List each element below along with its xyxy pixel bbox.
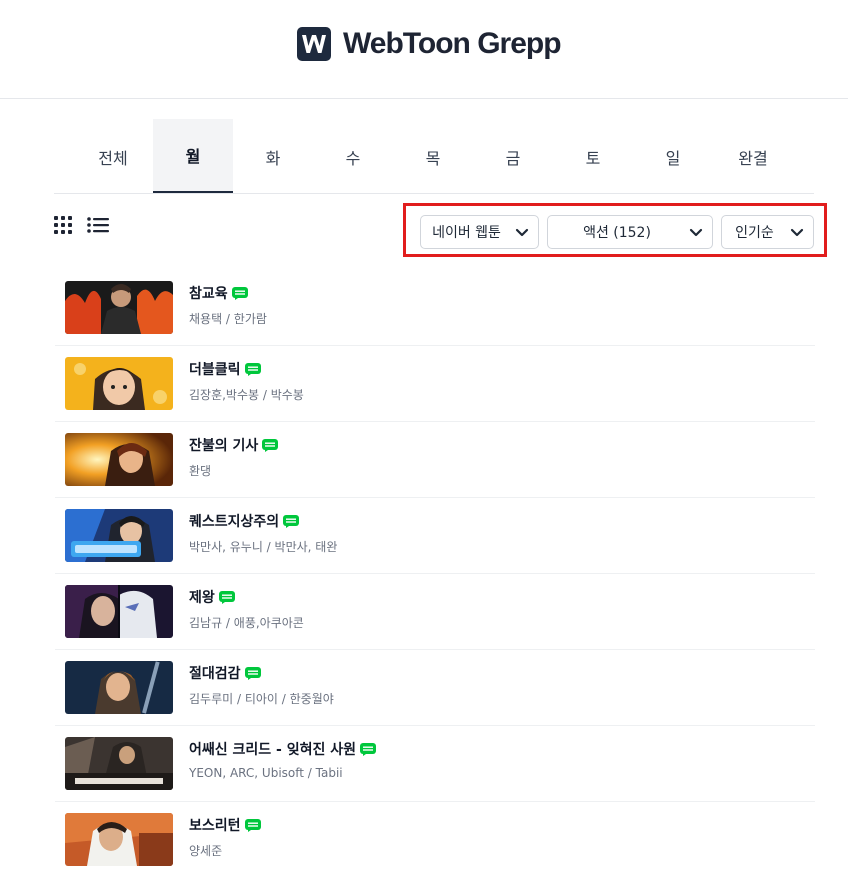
tab-completed[interactable]: 완결 xyxy=(713,119,793,194)
list-item[interactable]: 보스리턴 양세준 xyxy=(55,802,815,877)
sort-select[interactable]: 인기순 xyxy=(721,215,814,249)
tab-saturday[interactable]: 토 xyxy=(553,119,633,194)
webtoon-authors: 박만사, 유누니 / 박만사, 태완 xyxy=(189,540,338,554)
tab-monday[interactable]: 월 xyxy=(153,119,233,194)
webtoon-authors: 김두루미 / 티아이 / 한중월야 xyxy=(189,692,334,706)
thumbnail-image xyxy=(65,433,173,486)
webtoon-authors: 김장훈,박수봉 / 박수봉 xyxy=(189,388,304,402)
platform-select-value: 네이버 웹툰 xyxy=(432,225,501,241)
list-item[interactable]: 제왕 김남규 / 애풍,아쿠아콘 xyxy=(55,574,815,650)
webtoon-title: 잔불의 기사 xyxy=(189,438,259,454)
webtoon-title: 제왕 xyxy=(189,590,215,606)
list-item[interactable]: 절대검감 김두루미 / 티아이 / 한중월야 xyxy=(55,650,815,726)
tabs-divider xyxy=(54,193,814,194)
tab-all[interactable]: 전체 xyxy=(73,119,153,194)
webtoon-title: 어쌔신 크리드 - 잊혀진 사원 xyxy=(189,742,356,758)
webtoon-list: 참교육 채용택 / 한가람 더블클릭 김장훈,박수봉 / 박수봉 잔불의 기사 … xyxy=(55,270,815,877)
webtoon-badge-icon xyxy=(244,666,261,680)
site-title: WebToon Grepp xyxy=(343,27,562,60)
webtoon-authors: 양세준 xyxy=(189,844,223,858)
thumbnail-image xyxy=(65,661,173,714)
thumbnail-image xyxy=(65,357,173,410)
thumbnail-image xyxy=(65,813,173,866)
webtoon-badge-icon xyxy=(244,818,261,832)
webtoon-badge-icon xyxy=(262,438,279,452)
tab-friday[interactable]: 금 xyxy=(473,119,553,194)
thumbnail-image xyxy=(65,585,173,638)
webtoon-authors: 채용택 / 한가람 xyxy=(189,312,267,326)
list-item[interactable]: 참교육 채용택 / 한가람 xyxy=(55,270,815,346)
chevron-down-icon xyxy=(515,228,529,237)
list-item[interactable]: 어쌔신 크리드 - 잊혀진 사원 YEON, ARC, Ubisoft / Ta… xyxy=(55,726,815,802)
webtoon-title: 절대검감 xyxy=(189,666,241,682)
sort-select-value: 인기순 xyxy=(735,225,774,241)
webtoon-badge-icon xyxy=(244,362,261,376)
logo-icon xyxy=(297,27,331,61)
chevron-down-icon xyxy=(689,228,703,237)
genre-select[interactable]: 액션 (152) xyxy=(547,215,713,249)
tab-sunday[interactable]: 일 xyxy=(633,119,713,194)
site-header: WebToon Grepp xyxy=(0,0,848,99)
list-item[interactable]: 잔불의 기사 환댕 xyxy=(55,422,815,498)
weekday-tabs: 전체 월 화 수 목 금 토 일 완결 xyxy=(73,119,793,194)
list-item[interactable]: 더블클릭 김장훈,박수봉 / 박수봉 xyxy=(55,346,815,422)
grid-view-icon[interactable] xyxy=(54,216,72,234)
webtoon-badge-icon xyxy=(231,286,248,300)
webtoon-badge-icon xyxy=(218,590,235,604)
chevron-down-icon xyxy=(790,228,804,237)
thumbnail-image xyxy=(65,509,173,562)
thumbnail-image xyxy=(65,281,173,334)
webtoon-title: 보스리턴 xyxy=(189,818,241,834)
webtoon-authors: 김남규 / 애풍,아쿠아콘 xyxy=(189,616,304,630)
webtoon-title: 퀘스트지상주의 xyxy=(189,514,280,530)
webtoon-badge-icon xyxy=(283,514,300,528)
tab-wednesday[interactable]: 수 xyxy=(313,119,393,194)
webtoon-title: 참교육 xyxy=(189,286,228,302)
platform-select[interactable]: 네이버 웹툰 xyxy=(420,215,539,249)
webtoon-authors: YEON, ARC, Ubisoft / Tabii xyxy=(189,766,343,780)
tab-tuesday[interactable]: 화 xyxy=(233,119,313,194)
brand-link[interactable]: WebToon Grepp xyxy=(297,24,562,64)
thumbnail-image xyxy=(65,737,173,790)
webtoon-badge-icon xyxy=(360,742,376,756)
webtoon-title: 더블클릭 xyxy=(189,362,241,378)
list-view-icon[interactable] xyxy=(87,216,109,234)
webtoon-authors: 환댕 xyxy=(189,464,212,478)
genre-select-value: 액션 (152) xyxy=(583,225,651,241)
tab-thursday[interactable]: 목 xyxy=(393,119,473,194)
list-item[interactable]: 퀘스트지상주의 박만사, 유누니 / 박만사, 태완 xyxy=(55,498,815,574)
